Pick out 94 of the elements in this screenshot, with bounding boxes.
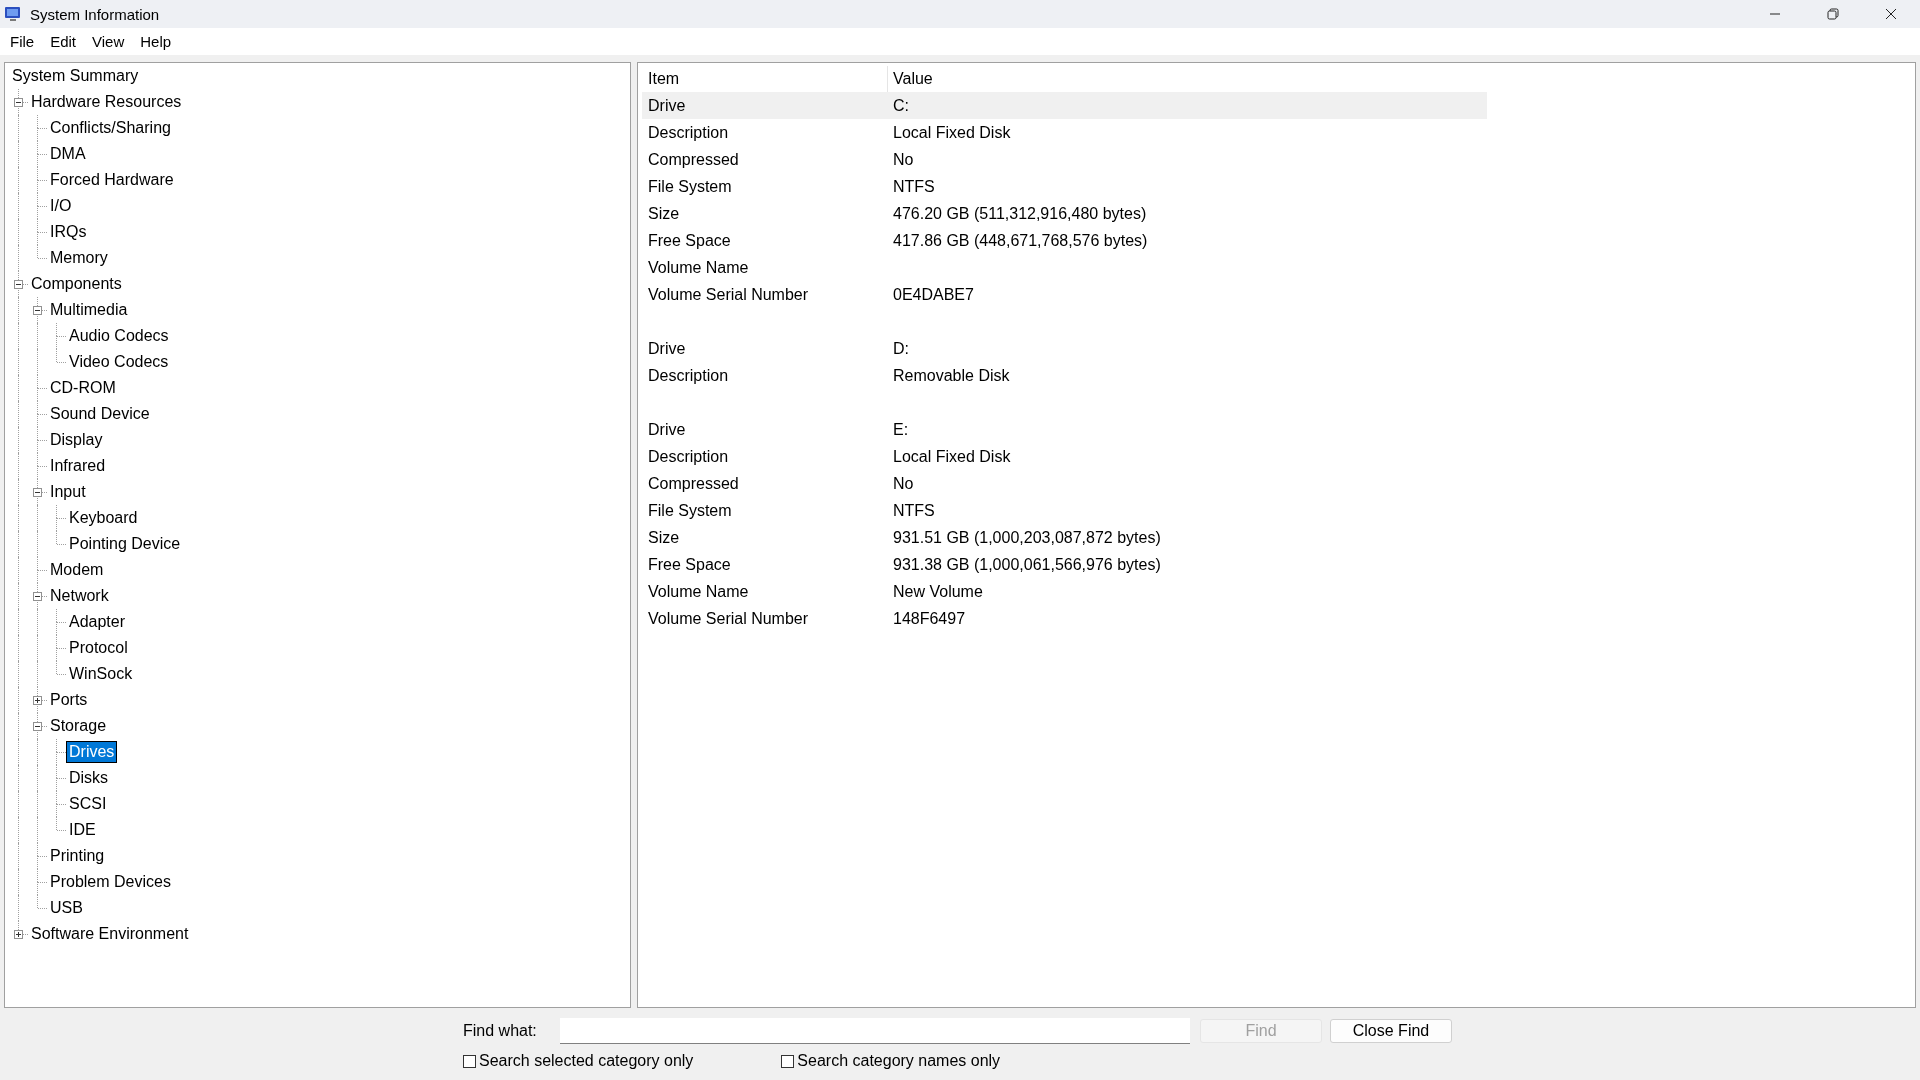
tree-item[interactable]: WinSock — [66, 663, 136, 685]
table-cell: 931.38 GB (1,000,061,566,976 bytes) — [893, 555, 1161, 573]
tree-item[interactable]: Software Environment — [28, 923, 192, 945]
tree-item[interactable]: I/O — [47, 195, 75, 217]
collapse-toggle-icon[interactable] — [14, 280, 23, 289]
table-cell: New Volume — [893, 582, 983, 600]
table-cell: C: — [893, 96, 909, 114]
tree-item[interactable]: Infrared — [47, 455, 109, 477]
tree-item[interactable]: Audio Codecs — [66, 325, 172, 347]
table-cell: Volume Serial Number — [648, 609, 809, 627]
tree-item[interactable]: IRQs — [47, 221, 90, 243]
collapse-toggle-icon[interactable] — [33, 306, 42, 315]
tree-item[interactable]: Memory — [47, 247, 111, 269]
tree-item[interactable]: Hardware Resources — [28, 91, 185, 113]
table-cell: 148F6497 — [893, 609, 966, 627]
tree-item[interactable]: USB — [47, 897, 86, 919]
tree-item[interactable]: Keyboard — [66, 507, 141, 529]
tree-item[interactable]: IDE — [66, 819, 99, 841]
tree-item[interactable]: Protocol — [66, 637, 131, 659]
tree-item[interactable]: Sound Device — [47, 403, 153, 425]
table-cell: 476.20 GB (511,312,916,480 bytes) — [893, 204, 1147, 222]
table-cell: File System — [648, 501, 732, 519]
close-find-button[interactable]: Close Find — [1330, 1019, 1452, 1043]
collapse-toggle-icon[interactable] — [14, 98, 23, 107]
restore-icon — [1827, 8, 1839, 20]
table-cell: No — [893, 474, 914, 492]
checkbox[interactable] — [463, 1054, 476, 1068]
table-cell: Removable Disk — [893, 366, 1010, 384]
tree-item[interactable]: Ports — [47, 689, 91, 711]
tree-item[interactable]: Network — [47, 585, 112, 607]
expand-toggle-icon[interactable] — [14, 930, 23, 939]
tree-item[interactable]: CD-ROM — [47, 377, 119, 399]
monitor-icon — [4, 5, 22, 23]
collapse-toggle-icon[interactable] — [33, 722, 42, 731]
table-cell: Drive — [648, 420, 686, 438]
table-cell: Compressed — [648, 150, 739, 168]
checkbox-label[interactable]: Search selected category only — [479, 1052, 694, 1070]
table-cell: Compressed — [648, 474, 739, 492]
table-cell: Drive — [648, 339, 686, 357]
close-icon — [1885, 8, 1897, 20]
tree-item[interactable]: Modem — [47, 559, 107, 581]
tree-item[interactable]: Forced Hardware — [47, 169, 177, 191]
table-cell: E: — [893, 420, 909, 438]
table-cell: NTFS — [893, 177, 935, 195]
table-cell: 0E4DABE7 — [893, 285, 974, 303]
table-cell: D: — [893, 339, 909, 357]
find-what-field[interactable] — [560, 1018, 1190, 1044]
expand-toggle-icon[interactable] — [33, 696, 42, 705]
tree-item[interactable]: Disks — [66, 767, 112, 789]
table-cell: Description — [648, 366, 729, 384]
tree-item[interactable]: Adapter — [66, 611, 129, 633]
tree-item[interactable]: Input — [47, 481, 89, 503]
table-cell: Description — [648, 447, 729, 465]
tree-item[interactable]: Display — [47, 429, 106, 451]
table-cell: Free Space — [648, 231, 731, 249]
table-cell: No — [893, 150, 914, 168]
tree-item[interactable]: Drives — [66, 741, 118, 763]
collapse-toggle-icon[interactable] — [33, 488, 42, 497]
table-cell: Volume Name — [648, 582, 749, 600]
tree-item[interactable]: Problem Devices — [47, 871, 174, 893]
table-cell: Drive — [648, 96, 686, 114]
table-cell: Size — [648, 528, 680, 546]
tree-item[interactable]: Printing — [47, 845, 108, 867]
tree-item[interactable]: DMA — [47, 143, 89, 165]
tree-item[interactable]: Video Codecs — [66, 351, 172, 373]
tree-item[interactable]: SCSI — [66, 793, 110, 815]
tree-item[interactable]: Multimedia — [47, 299, 131, 321]
menu-item[interactable]: Edit — [42, 33, 85, 50]
table-cell: Local Fixed Disk — [893, 123, 1011, 141]
column-header[interactable]: Value — [888, 66, 1487, 92]
menu-item[interactable]: File — [2, 33, 43, 50]
table-cell: Local Fixed Disk — [893, 447, 1011, 465]
checkbox-label[interactable]: Search category names only — [797, 1052, 1001, 1070]
find-what-label: Find what: — [463, 1022, 538, 1040]
table-cell: 417.86 GB (448,671,768,576 bytes) — [893, 231, 1148, 249]
table-cell: 931.51 GB (1,000,203,087,872 bytes) — [893, 528, 1161, 546]
collapse-toggle-icon[interactable] — [33, 592, 42, 601]
table-cell: Description — [648, 123, 729, 141]
window-title: System Information — [30, 5, 160, 23]
table-cell: Volume Name — [648, 258, 749, 276]
checkbox[interactable] — [781, 1054, 795, 1068]
menu-item[interactable]: Help — [132, 33, 180, 50]
table-cell: File System — [648, 177, 732, 195]
menu-item[interactable]: View — [84, 33, 133, 50]
tree-item[interactable]: Conflicts/Sharing — [47, 117, 174, 139]
tree-item[interactable]: Storage — [47, 715, 110, 737]
table-cell: Volume Serial Number — [648, 285, 809, 303]
selected-row[interactable]: Drive C: — [642, 92, 1487, 119]
tree-item[interactable]: System Summary — [9, 65, 142, 87]
tree-item[interactable]: Components — [28, 273, 125, 295]
table-cell: Free Space — [648, 555, 731, 573]
tree-item[interactable]: Pointing Device — [66, 533, 184, 555]
table-cell: Size — [648, 204, 680, 222]
table-cell: NTFS — [893, 501, 935, 519]
